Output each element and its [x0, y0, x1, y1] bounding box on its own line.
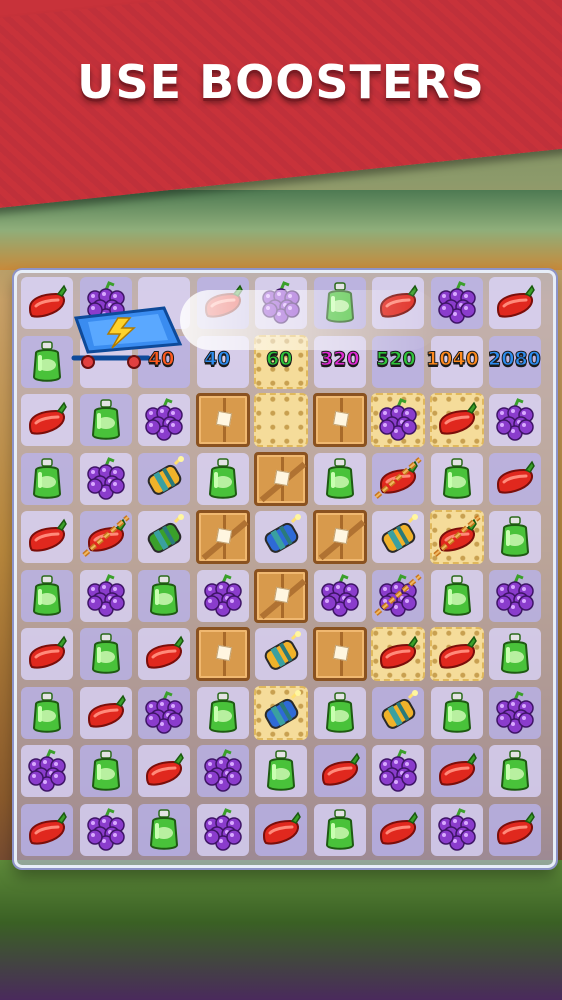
market-shelf-background	[0, 190, 562, 270]
cracker-tile	[254, 393, 308, 447]
green-juice-bottle-icon[interactable]	[434, 456, 480, 502]
wooden-crate-icon	[312, 510, 367, 564]
green-juice-bottle-icon[interactable]	[492, 748, 538, 794]
market-shelf-lower	[0, 860, 562, 1000]
chili-pepper-icon[interactable]	[375, 631, 421, 677]
green-juice-bottle-icon[interactable]	[317, 456, 363, 502]
green-juice-bottle-icon[interactable]	[317, 807, 363, 853]
chili-pepper-icon[interactable]	[317, 748, 363, 794]
wooden-crate-icon	[312, 627, 367, 681]
green-juice-bottle-icon[interactable]	[24, 339, 70, 385]
grape-bunch-icon[interactable]	[141, 690, 187, 736]
crate-tag	[273, 469, 291, 486]
green-juice-bottle-icon[interactable]	[492, 631, 538, 677]
score-popup: 2080	[488, 348, 542, 371]
chili-pepper-icon[interactable]	[24, 280, 70, 326]
score-popup: 60	[265, 348, 293, 371]
wooden-crate-icon	[195, 510, 250, 564]
chili-pepper-icon[interactable]	[375, 807, 421, 853]
chili-pepper-icon[interactable]	[434, 631, 480, 677]
chili-pepper-chained-icon[interactable]	[374, 456, 422, 502]
green-juice-bottle-icon[interactable]	[141, 573, 187, 619]
grape-bunch-icon[interactable]	[492, 397, 538, 443]
chili-pepper-icon[interactable]	[24, 514, 70, 560]
chili-pepper-icon[interactable]	[24, 397, 70, 443]
grape-bunch-icon[interactable]	[375, 397, 421, 443]
chili-pepper-icon[interactable]	[141, 748, 187, 794]
grape-bunch-icon[interactable]	[200, 573, 246, 619]
chili-pepper-icon[interactable]	[492, 807, 538, 853]
score-popup: 40	[147, 348, 175, 371]
chili-pepper-icon[interactable]	[24, 807, 70, 853]
green-juice-bottle-icon[interactable]	[200, 690, 246, 736]
grape-bunch-icon[interactable]	[434, 280, 480, 326]
wooden-crate-icon	[254, 451, 308, 506]
green-juice-bottle-icon[interactable]	[83, 397, 129, 443]
chili-pepper-icon[interactable]	[83, 690, 129, 736]
chili-pepper-icon[interactable]	[492, 280, 538, 326]
grape-bunch-icon[interactable]	[83, 807, 129, 853]
grape-bunch-chained-icon[interactable]	[374, 573, 422, 619]
chili-pepper-icon[interactable]	[258, 807, 304, 853]
dynamite-bomb-icon[interactable]	[258, 689, 304, 736]
green-juice-bottle-icon[interactable]	[24, 690, 70, 736]
wooden-crate-icon	[312, 393, 367, 447]
wooden-crate-icon	[195, 627, 250, 681]
crate-tag	[332, 527, 349, 545]
crate-tag	[273, 586, 291, 603]
green-juice-bottle-icon[interactable]	[258, 748, 304, 794]
crate-tag	[332, 644, 349, 662]
grape-bunch-icon[interactable]	[200, 748, 246, 794]
crate-tag	[332, 410, 349, 428]
booster-streak	[180, 290, 440, 350]
grape-bunch-icon[interactable]	[83, 573, 129, 619]
green-juice-bottle-icon[interactable]	[141, 807, 187, 853]
page-title: USE BOOSTERS	[77, 55, 485, 109]
score-popup: 320	[320, 348, 361, 371]
dynamite-bomb-icon[interactable]	[258, 631, 304, 677]
grape-bunch-icon[interactable]	[24, 748, 70, 794]
score-popup: 40	[203, 348, 231, 371]
grape-bunch-icon[interactable]	[375, 748, 421, 794]
chili-pepper-icon[interactable]	[141, 631, 187, 677]
dynamite-bomb-icon[interactable]	[375, 514, 421, 560]
grape-bunch-icon[interactable]	[200, 807, 246, 853]
grape-bunch-icon[interactable]	[492, 690, 538, 736]
chili-pepper-icon[interactable]	[24, 631, 70, 677]
chili-pepper-icon[interactable]	[434, 748, 480, 794]
green-juice-bottle-icon[interactable]	[434, 573, 480, 619]
green-juice-bottle-icon[interactable]	[24, 456, 70, 502]
green-juice-bottle-icon[interactable]	[200, 456, 246, 502]
grape-bunch-icon[interactable]	[141, 397, 187, 443]
dynamite-bomb-icon[interactable]	[141, 514, 187, 560]
score-popup: 1040	[426, 348, 480, 371]
crate-tag	[215, 410, 232, 428]
crate-tag	[215, 527, 232, 545]
grape-bunch-icon[interactable]	[434, 807, 480, 853]
chili-pepper-chained-icon[interactable]	[432, 514, 481, 560]
wooden-crate-icon	[195, 393, 250, 447]
green-juice-bottle-icon[interactable]	[434, 690, 480, 736]
grape-bunch-icon[interactable]	[83, 456, 129, 502]
grape-bunch-icon[interactable]	[492, 573, 538, 619]
crate-tag	[215, 644, 232, 662]
dynamite-bomb-icon[interactable]	[141, 455, 187, 502]
green-juice-bottle-icon[interactable]	[83, 748, 129, 794]
green-juice-bottle-icon[interactable]	[24, 573, 70, 619]
score-popup: 520	[376, 348, 417, 371]
dynamite-bomb-icon[interactable]	[375, 689, 421, 736]
chili-pepper-chained-icon[interactable]	[81, 514, 130, 560]
chili-pepper-icon[interactable]	[434, 397, 480, 443]
grape-bunch-icon[interactable]	[317, 573, 363, 619]
game-scene: USE BOOSTERS 40 40 60 320 520 1040 2080	[0, 0, 562, 1000]
chili-pepper-icon[interactable]	[492, 456, 538, 502]
green-juice-bottle-icon[interactable]	[317, 690, 363, 736]
dynamite-bomb-icon[interactable]	[258, 514, 304, 560]
green-juice-bottle-icon[interactable]	[83, 631, 129, 677]
wooden-crate-icon	[254, 568, 308, 623]
green-juice-bottle-icon[interactable]	[492, 514, 538, 560]
